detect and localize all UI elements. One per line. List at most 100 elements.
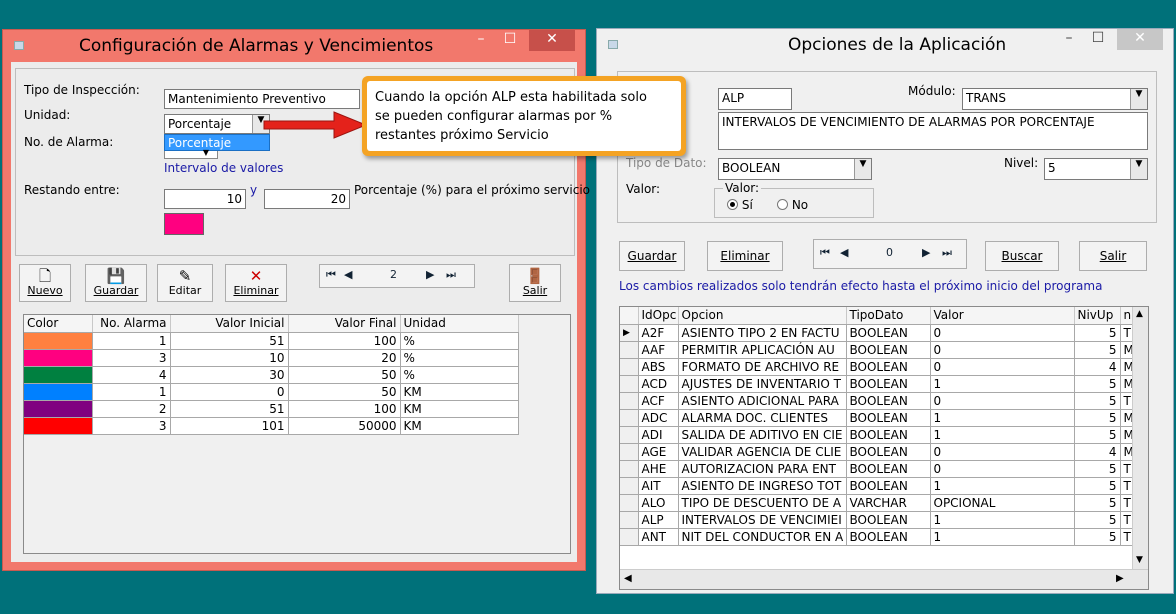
opcion-cell[interactable]: TIPO DE DESCUENTO DE A [678, 494, 847, 512]
row-selector[interactable] [620, 375, 639, 393]
next-record-icon[interactable]: ▶ [922, 246, 930, 259]
inicial-cell[interactable]: 10 [170, 349, 289, 367]
tipodato-cell[interactable]: BOOLEAN [846, 358, 931, 376]
table-row[interactable]: 3 101 50000 KM [24, 417, 519, 435]
scroll-up-icon[interactable]: ▲ [1136, 309, 1143, 319]
eliminar-button[interactable]: ✕ Eliminar [225, 264, 287, 302]
col-header-color[interactable]: Color [24, 315, 93, 333]
table-row[interactable]: ADISALIDA DE ADITIVO EN CIEBOOLEAN15MAIN [620, 426, 1148, 444]
alarma-cell[interactable]: 3 [92, 417, 171, 435]
minimize-button[interactable]: – [471, 30, 491, 51]
opcion-cell[interactable]: ASIENTO ADICIONAL PARA [678, 392, 847, 410]
idopc-cell[interactable]: ABS [638, 358, 679, 376]
color-cell[interactable] [24, 417, 93, 435]
tipodato-cell[interactable]: BOOLEAN [846, 341, 931, 359]
idopc-cell[interactable]: A2F [638, 324, 679, 342]
radio-si[interactable]: Sí [727, 198, 753, 212]
valor-cell[interactable]: 1 [930, 477, 1075, 495]
idopc-cell[interactable]: ACF [638, 392, 679, 410]
final-cell[interactable]: 50000 [288, 417, 401, 435]
valor-cell[interactable]: 1 [930, 511, 1075, 529]
tipodato-cell[interactable]: BOOLEAN [846, 460, 931, 478]
window-icon[interactable] [608, 40, 618, 49]
row-selector[interactable] [620, 409, 639, 427]
nivup-cell[interactable]: 5 [1074, 375, 1121, 393]
row-selector[interactable] [620, 528, 639, 546]
radio-no[interactable]: No [777, 198, 808, 212]
opcion-cell[interactable]: ASIENTO TIPO 2 EN FACTU [678, 324, 847, 342]
idopc-cell[interactable]: AHE [638, 460, 679, 478]
tipodato-cell[interactable]: BOOLEAN [846, 324, 931, 342]
table-row[interactable]: 2 51 100 KM [24, 400, 519, 418]
option-description-field[interactable]: INTERVALOS DE VENCIMIENTO DE ALARMAS POR… [718, 112, 1148, 150]
color-cell[interactable] [24, 383, 93, 401]
vertical-scrollbar[interactable]: ▲ ▼ [1132, 307, 1148, 569]
row-selector[interactable] [620, 511, 639, 529]
salir-button[interactable]: Salir [1079, 241, 1147, 271]
col-header-final[interactable]: Valor Final [288, 315, 401, 333]
inicial-cell[interactable]: 30 [170, 366, 289, 384]
opcion-cell[interactable]: AUTORIZACION PARA ENT [678, 460, 847, 478]
opcion-cell[interactable]: ALARMA DOC. CLIENTES [678, 409, 847, 427]
table-row[interactable]: 1 51 100% [24, 332, 519, 350]
table-row[interactable]: ALO TIPO DE DESCUENTO DE A VARCHAR OPCIONAL… [620, 494, 1148, 512]
valor-cell[interactable]: 0 [930, 443, 1075, 461]
salir-button[interactable]: 🚪 Salir [509, 264, 561, 302]
color-cell[interactable] [24, 366, 93, 384]
final-cell[interactable]: 100 [288, 400, 401, 418]
tipodato-cell[interactable]: BOOLEAN [846, 528, 931, 546]
row-selector[interactable] [620, 443, 639, 461]
chevron-down-icon[interactable]: ▼ [1130, 89, 1147, 109]
from-value-field[interactable]: 10 [164, 189, 246, 209]
color-cell[interactable] [24, 332, 93, 350]
selected-color-swatch[interactable] [164, 213, 204, 235]
opcion-cell[interactable]: ASIENTO DE INGRESO TOT [678, 477, 847, 495]
nivup-cell[interactable]: 5 [1074, 528, 1121, 546]
tipo-inspeccion-field[interactable]: Mantenimiento Preventivo [164, 89, 360, 109]
last-record-icon[interactable]: ⏭ [942, 246, 952, 260]
idopc-cell[interactable]: ALO [638, 494, 679, 512]
tipodato-cell[interactable]: BOOLEAN [846, 409, 931, 427]
prev-record-icon[interactable]: ◀ [840, 246, 848, 259]
minimize-button[interactable]: – [1059, 29, 1079, 50]
nivup-cell[interactable]: 5 [1074, 409, 1121, 427]
option-code-field[interactable]: ALP [718, 88, 792, 110]
table-row[interactable]: ADCALARMA DOC. CLIENTESBOOLEAN15MAIN [620, 409, 1148, 427]
buscar-button[interactable]: Buscar [985, 241, 1059, 271]
col-header-opcion[interactable]: Opcion [678, 307, 847, 325]
unidad-cell[interactable]: % [400, 332, 519, 350]
alarms-grid[interactable]: Color No. Alarma Valor Inicial Valor Fin… [23, 314, 571, 554]
color-cell[interactable] [24, 400, 93, 418]
final-cell[interactable]: 50 [288, 366, 401, 384]
nivup-cell[interactable]: 5 [1074, 494, 1121, 512]
valor-cell[interactable]: 0 [930, 460, 1075, 478]
table-row[interactable]: ALPINTERVALOS DE VENCIMIEIBOOLEAN15TRAN [620, 511, 1148, 529]
idopc-cell[interactable]: ANT [638, 528, 679, 546]
radio-si-indicator[interactable] [727, 199, 738, 210]
valor-cell[interactable]: 1 [930, 528, 1075, 546]
col-header-alarma[interactable]: No. Alarma [92, 315, 171, 333]
window-icon[interactable] [14, 41, 24, 50]
idopc-cell[interactable]: AIT [638, 477, 679, 495]
title-bar[interactable]: Opciones de la Aplicación – ☐ ✕ [597, 29, 1173, 59]
opcion-cell[interactable]: FORMATO DE ARCHIVO RE [678, 358, 847, 376]
opcion-cell[interactable]: SALIDA DE ADITIVO EN CIE [678, 426, 847, 444]
table-row[interactable]: 4 30 50% [24, 366, 519, 384]
idopc-cell[interactable]: AGE [638, 443, 679, 461]
modulo-combo[interactable]: TRANS ▼ [962, 88, 1148, 110]
color-cell[interactable] [24, 349, 93, 367]
maximize-button[interactable]: ☐ [1088, 29, 1108, 50]
tipodato-cell[interactable]: BOOLEAN [846, 443, 931, 461]
opcion-cell[interactable]: VALIDAR AGENCIA DE CLIE [678, 443, 847, 461]
nivup-cell[interactable]: 5 [1074, 426, 1121, 444]
last-record-icon[interactable]: ⏭ [446, 268, 456, 282]
chevron-down-icon[interactable]: ▼ [1130, 159, 1147, 179]
eliminar-button[interactable]: Eliminar [707, 241, 783, 271]
options-grid[interactable]: IdOpc Opcion TipoDato Valor NivUp nMod ▶… [619, 306, 1149, 590]
alarma-cell[interactable]: 4 [92, 366, 171, 384]
table-row[interactable]: AHEAUTORIZACION PARA ENTBOOLEAN05TRAN [620, 460, 1148, 478]
table-row[interactable]: ▶A2FASIENTO TIPO 2 EN FACTUBOOLEAN05TRAN [620, 324, 1148, 342]
valor-cell[interactable]: 0 [930, 324, 1075, 342]
table-row[interactable]: AITASIENTO DE INGRESO TOTBOOLEAN15TRAN [620, 477, 1148, 495]
opcion-cell[interactable]: INTERVALOS DE VENCIMIEI [678, 511, 847, 529]
